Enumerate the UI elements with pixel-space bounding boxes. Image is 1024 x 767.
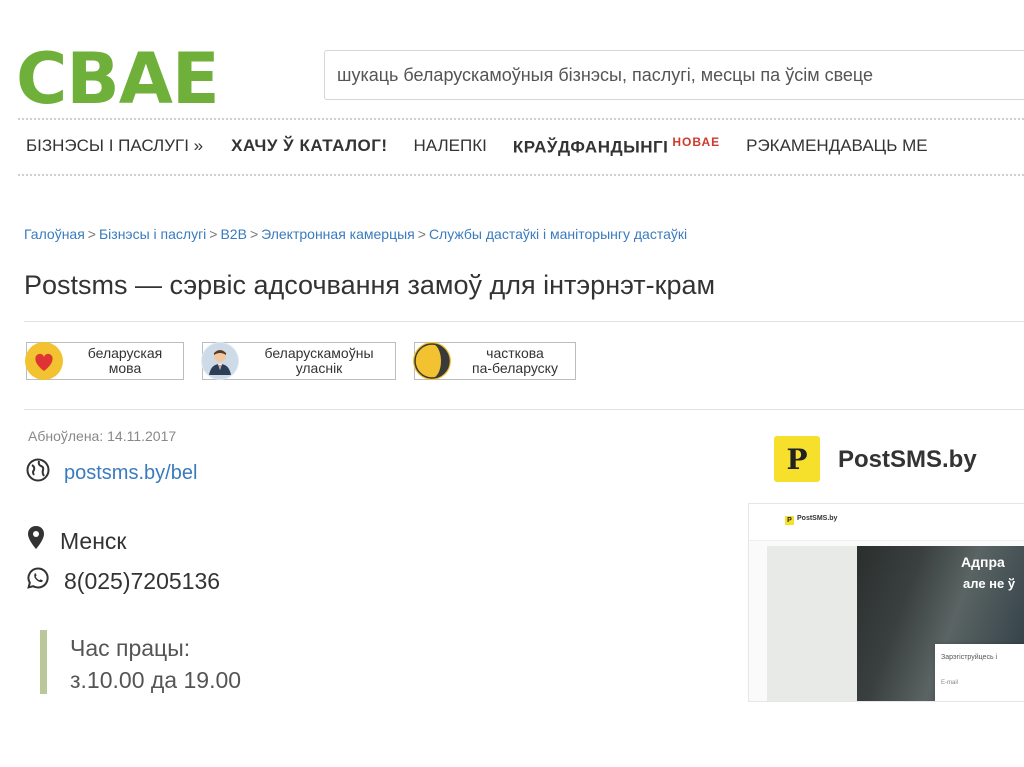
breadcrumb-delivery[interactable]: Службы дастаўкі і маніторынгу дастаўкі — [429, 226, 687, 242]
company-name: PostSMS.by — [838, 446, 977, 473]
person-icon — [201, 342, 239, 380]
badge-line-2: па-беларуску — [472, 360, 558, 376]
phone-number[interactable]: 8(025)7205136 — [64, 568, 220, 595]
page-title: Postsms — сэрвіс адсочвання замоў для ін… — [24, 270, 716, 300]
hours-value: з.10.00 да 19.00 — [70, 667, 242, 693]
city-text: Менск — [60, 527, 127, 554]
hours-accent-bar — [40, 630, 47, 694]
preview-headline-1: Адпра — [961, 554, 1005, 570]
breadcrumb-b2b[interactable]: B2B — [220, 226, 246, 242]
website-link[interactable]: postsms.by/bel — [64, 462, 197, 485]
website-row: postsms.by/bel — [26, 458, 197, 488]
preview-form-field: E-mail — [941, 680, 959, 686]
preview-logo: P — [785, 516, 794, 525]
badge-line-1: часткова — [486, 345, 544, 361]
badge-line-1: беларуская — [87, 345, 163, 361]
nav-item-crowdfunding[interactable]: КРАЎДФАНДЫНГІ НОВАЕ — [513, 135, 720, 158]
breadcrumb-separator: > — [209, 226, 218, 242]
badge-partially-belarusian[interactable]: часткова па-беларуску — [413, 342, 576, 380]
map-pin-icon — [26, 525, 46, 557]
badge-belarusian-owner[interactable]: беларускамоўны уласнік — [201, 342, 396, 380]
nav-item-crowdfunding-label: КРАЎДФАНДЫНГІ — [512, 137, 669, 157]
preview-brand: PostSMS.by — [797, 515, 838, 522]
half-moon-icon — [413, 342, 451, 380]
heart-icon — [25, 342, 63, 380]
nav-item-stickers[interactable]: НАЛЕПКІ — [414, 136, 487, 156]
nav-item-recommend[interactable]: РЭКАМЕНДАВАЦЬ МЕ — [746, 136, 928, 156]
city-row: Менск — [26, 525, 126, 557]
breadcrumb-separator: > — [417, 226, 426, 242]
badges-divider — [24, 409, 1024, 410]
new-badge: НОВАЕ — [672, 134, 721, 149]
preview-form-title: Зарэгіструйцесь і — [941, 654, 998, 661]
search-input[interactable] — [324, 50, 1024, 100]
site-logo[interactable]: СВАЕ — [16, 44, 220, 114]
breadcrumb-ecommerce[interactable]: Электронная камерцыя — [261, 226, 415, 242]
company-logo: P — [774, 436, 820, 482]
nav-item-catalog[interactable]: ХАЧУ Ў КАТАЛОГ! — [231, 136, 387, 156]
badge-line-2: мова — [108, 360, 142, 376]
breadcrumb: Галоўная > Бізнэсы і паслугі > B2B > Электронн… — [24, 226, 687, 242]
phone-row: 8(025)7205136 — [26, 566, 220, 596]
working-hours: Час працы: з.10.00 да 19.00 — [70, 632, 241, 696]
breadcrumb-separator: > — [249, 226, 259, 242]
title-divider — [24, 321, 1024, 322]
preview-headline-2: але не ў — [963, 576, 1016, 591]
whatsapp-icon — [26, 566, 50, 596]
badge-belarusian-language[interactable]: беларуская мова — [25, 342, 184, 380]
breadcrumb-separator: > — [87, 226, 96, 242]
website-screenshot[interactable]: P PostSMS.by Адпра але не ў Зарэгіструйц… — [748, 503, 1024, 702]
nav-bottom-divider — [18, 174, 1024, 176]
badge-line-2: уласнік — [295, 360, 343, 376]
nav-item-businesses[interactable]: БІЗНЭСЫ І ПАСЛУГІ » — [26, 136, 203, 156]
breadcrumb-home[interactable]: Галоўная — [24, 226, 85, 242]
badge-line-1: беларускамоўны — [264, 345, 374, 361]
nav-top-divider — [18, 118, 1024, 120]
main-nav: БІЗНЭСЫ І ПАСЛУГІ » ХАЧУ Ў КАТАЛОГ! НАЛЕ… — [26, 133, 928, 159]
breadcrumb-businesses[interactable]: Бізнэсы і паслугі — [99, 226, 206, 242]
hours-label: Час працы: — [70, 635, 191, 661]
preview-form: Зарэгіструйцесь і E-mail — [935, 644, 1024, 701]
preview-header: P PostSMS.by — [749, 504, 1024, 541]
updated-date: Абноўлена: 14.11.2017 — [28, 428, 177, 444]
globe-icon — [26, 458, 50, 488]
